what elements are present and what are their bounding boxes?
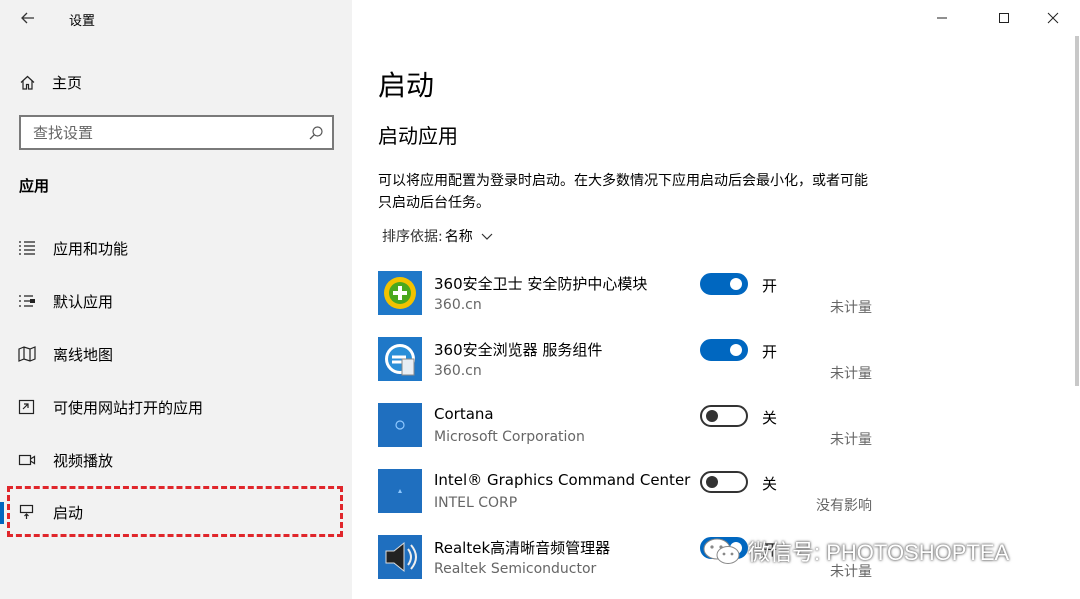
map-icon (18, 346, 36, 362)
sidebar-item-label: 应用和功能 (53, 239, 129, 258)
sidebar-item-label: 离线地图 (53, 345, 114, 364)
toggle-knob (730, 344, 742, 356)
sidebar-item-label: 默认应用 (53, 292, 114, 311)
watermark: 微信号: PHOTOSHOPTEA (702, 535, 1009, 567)
speaker-icon (378, 535, 422, 579)
sidebar-item-video-playback[interactable]: 视频播放 (0, 440, 352, 480)
scrollbar[interactable] (1074, 36, 1080, 386)
sidebar-item-label: 视频播放 (53, 451, 114, 470)
selection-indicator (0, 502, 4, 524)
app-publisher: 360.cn (434, 297, 482, 313)
startup-toggle[interactable] (700, 339, 748, 361)
minimize-icon (937, 17, 947, 19)
sidebar-item-label: 主页 (52, 73, 83, 92)
toggle-knob (706, 410, 718, 422)
startup-app-row: Intel® Graphics Command Center S... INTE… (378, 469, 898, 519)
360-browser-icon (378, 337, 422, 381)
sidebar-item-apps-for-websites[interactable]: 可使用网站打开的应用 (0, 387, 352, 427)
startup-impact: 未计量 (830, 300, 872, 316)
sidebar-item-home[interactable]: 主页 (19, 70, 82, 94)
wechat-icon (703, 538, 740, 564)
back-button[interactable] (16, 6, 40, 30)
startup-app-row: Cortana Microsoft Corporation 关 未计量 (378, 403, 898, 453)
sidebar-item-apps-features[interactable]: 应用和功能 (0, 228, 352, 268)
highlight-annotation (7, 486, 343, 537)
intel-icon (378, 469, 422, 513)
back-arrow-icon (21, 12, 34, 24)
app-name: Cortana (434, 405, 494, 423)
sort-value: 名称 (444, 229, 473, 245)
app-name: 360安全卫士 安全防护中心模块 (434, 275, 648, 293)
default-apps-icon (19, 295, 35, 307)
scrollbar-thumb[interactable] (1075, 36, 1079, 386)
sidebar-item-label: 可使用网站打开的应用 (53, 398, 204, 417)
sidebar-item-offline-maps[interactable]: 离线地图 (0, 334, 352, 374)
toggle-knob (706, 476, 718, 488)
search-icon[interactable] (308, 125, 324, 141)
app-name: Realtek高清晰音频管理器 (434, 539, 611, 557)
startup-toggle[interactable] (700, 405, 748, 427)
home-icon (20, 75, 35, 90)
startup-impact: 未计量 (830, 366, 872, 382)
app-publisher: Realtek Semiconductor (434, 561, 597, 577)
search-box[interactable] (19, 115, 334, 150)
startup-toggle[interactable] (700, 471, 748, 493)
section-title: 启动应用 (378, 124, 458, 148)
watermark-text: 微信号: PHOTOSHOPTEA (748, 540, 1010, 565)
sidebar: 设置 主页 应用 应用和功能 默认应用 离线地图 可使用网站打开的应用 视频播放… (0, 0, 352, 599)
search-input[interactable] (21, 117, 301, 148)
sidebar-item-default-apps[interactable]: 默认应用 (0, 281, 352, 321)
startup-toggle[interactable] (700, 273, 748, 295)
sort-label: 排序依据: (382, 229, 443, 245)
toggle-state-label: 关 (762, 409, 778, 427)
minimize-button[interactable] (919, 0, 965, 36)
app-publisher: INTEL CORP (434, 495, 518, 511)
open-website-icon (18, 399, 35, 415)
video-icon (18, 454, 36, 466)
360-safe-icon (378, 271, 422, 315)
startup-impact: 没有影响 (816, 498, 872, 514)
toggle-knob (730, 278, 742, 290)
chevron-down-icon (481, 233, 493, 240)
toggle-state-label: 关 (762, 475, 778, 493)
maximize-button[interactable] (981, 0, 1027, 36)
close-button[interactable] (1030, 0, 1076, 36)
page-title: 启动 (378, 69, 435, 102)
list-icon (19, 241, 35, 255)
toggle-state-label: 开 (762, 343, 778, 361)
maximize-icon (999, 13, 1009, 23)
app-publisher: Microsoft Corporation (434, 429, 585, 445)
startup-app-row: 360安全卫士 安全防护中心模块 360.cn 开 未计量 (378, 271, 898, 321)
main-panel: 启动 启动应用 可以将应用配置为登录时启动。在大多数情况下应用启动后会最小化，或… (352, 0, 1080, 599)
cortana-icon (378, 403, 422, 447)
startup-app-row: 360安全浏览器 服务组件 360.cn 开 未计量 (378, 337, 898, 387)
app-name: Intel® Graphics Command Center S... (434, 471, 694, 489)
startup-impact: 未计量 (830, 432, 872, 448)
section-heading: 应用 (19, 177, 50, 195)
close-icon (1047, 12, 1059, 24)
window-title: 设置 (69, 14, 96, 29)
app-name: 360安全浏览器 服务组件 (434, 341, 603, 359)
toggle-state-label: 开 (762, 277, 778, 295)
app-publisher: 360.cn (434, 363, 482, 379)
sort-dropdown[interactable]: 排序依据: 名称 (382, 226, 493, 246)
description-text: 可以将应用配置为登录时启动。在大多数情况下应用启动后会最小化，或者可能只启动后台… (378, 173, 868, 211)
